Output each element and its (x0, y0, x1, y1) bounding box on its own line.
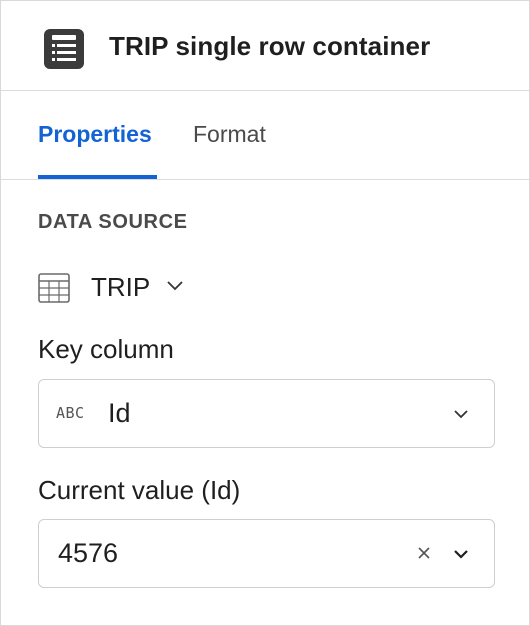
chevron-down-icon[interactable] (453, 548, 469, 566)
data-source-heading: DATA SOURCE (38, 211, 188, 233)
active-tab-indicator (38, 175, 157, 179)
tab-bar: Properties Format (1, 91, 529, 180)
table-icon (38, 273, 70, 308)
tab-format[interactable]: Format (193, 121, 266, 148)
panel-header: TRIP single row container (1, 1, 529, 91)
properties-panel: TRIP single row container Properties For… (0, 0, 530, 626)
current-value-select[interactable]: 4576 (38, 519, 495, 588)
key-column-select[interactable]: ABC Id (38, 379, 495, 448)
key-column-label: Key column (38, 334, 174, 364)
tab-properties[interactable]: Properties (38, 121, 152, 148)
current-value-label: Current value (Id) (38, 475, 241, 505)
key-column-value: Id (108, 398, 131, 428)
data-source-name: TRIP (91, 272, 151, 302)
panel-title: TRIP single row container (109, 31, 431, 61)
data-source-selector[interactable]: TRIP (38, 269, 198, 309)
current-value-value: 4576 (58, 538, 119, 568)
text-type-icon: ABC (56, 404, 85, 422)
chevron-down-icon (166, 279, 184, 297)
clear-icon[interactable] (416, 545, 432, 566)
chevron-down-icon (453, 407, 469, 425)
list-container-icon (44, 29, 84, 69)
